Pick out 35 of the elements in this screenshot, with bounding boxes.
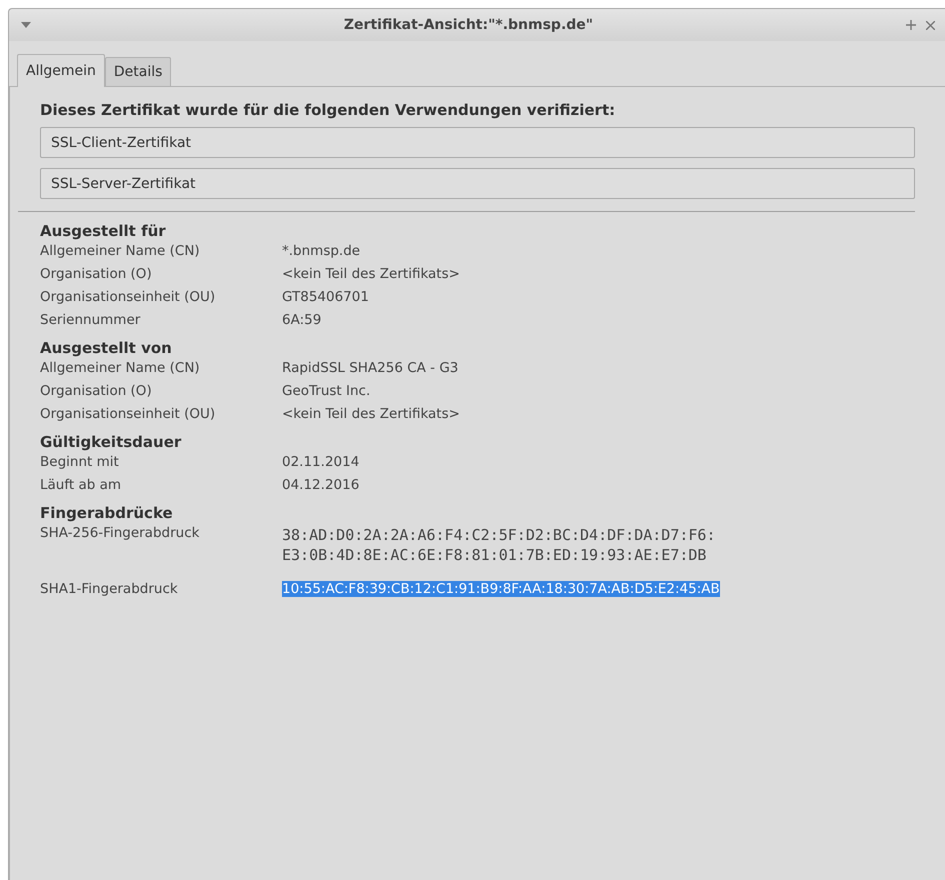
field-label: Seriennummer <box>40 312 142 328</box>
section-heading: Gültigkeitsdauer <box>40 433 182 451</box>
window-title: Zertifikat-Ansicht:"*.bnmsp.de" <box>342 17 594 33</box>
field-value: GeoTrust Inc. <box>282 383 370 399</box>
field-value: 10:55:AC:F8:39:CB:12:C1:91:B9:8F:AA:18:30:7A:AB:D5:E2:45:AB <box>282 581 720 597</box>
field-label: Organisation (O) <box>40 383 153 399</box>
field-value: GT85406701 <box>282 289 369 305</box>
maximize-icon[interactable] <box>906 20 916 30</box>
field-label: SHA-256-Fingerabdruck <box>40 525 200 541</box>
field-value: RapidSSL SHA256 CA - G3 <box>282 360 458 376</box>
tab[interactable]: Details <box>104 57 172 86</box>
field-value: <kein Teil des Zertifikats> <box>282 266 460 282</box>
field-value: 38:AD:D0:2A:2A:A6:F4:C2:5F:D2:BC:D4:DF:DA:D7:F6:E3:0B:4D:8E:AC:6E:F8:81:01:7B:ED:19:93:AE:E7:DB <box>282 525 716 565</box>
field-value: 6A:59 <box>282 312 322 328</box>
field-value: 02.11.2014 <box>282 454 360 470</box>
field-label: Organisation (O) <box>40 266 153 282</box>
field-label: Allgemeiner Name (CN) <box>40 243 201 259</box>
usage-field: SSL-Client-Zertifikat <box>40 127 915 158</box>
field-label: Allgemeiner Name (CN) <box>40 360 201 376</box>
field-value: *.bnmsp.de <box>282 243 360 259</box>
usage-field: SSL-Server-Zertifikat <box>40 168 915 199</box>
field-value: 04.12.2016 <box>282 477 360 493</box>
field-label: Läuft ab am <box>40 477 122 493</box>
section-heading: Ausgestellt für <box>40 222 167 240</box>
field-value: <kein Teil des Zertifikats> <box>282 406 460 422</box>
section-heading: Fingerabdrücke <box>40 504 174 522</box>
section-heading: Dieses Zertifikat wurde für die folgenden Verwendungen verifiziert: <box>40 101 616 119</box>
window-menu-icon[interactable] <box>21 22 31 28</box>
tab[interactable]: Allgemein <box>17 54 105 87</box>
field-label: Organisationseinheit (OU) <box>40 406 216 422</box>
field-label: SHA1-Fingerabdruck <box>40 581 179 597</box>
field-label: Beginnt mit <box>40 454 120 470</box>
field-label: Organisationseinheit (OU) <box>40 289 216 305</box>
close-icon[interactable] <box>926 20 935 30</box>
section-heading: Ausgestellt von <box>40 339 173 357</box>
